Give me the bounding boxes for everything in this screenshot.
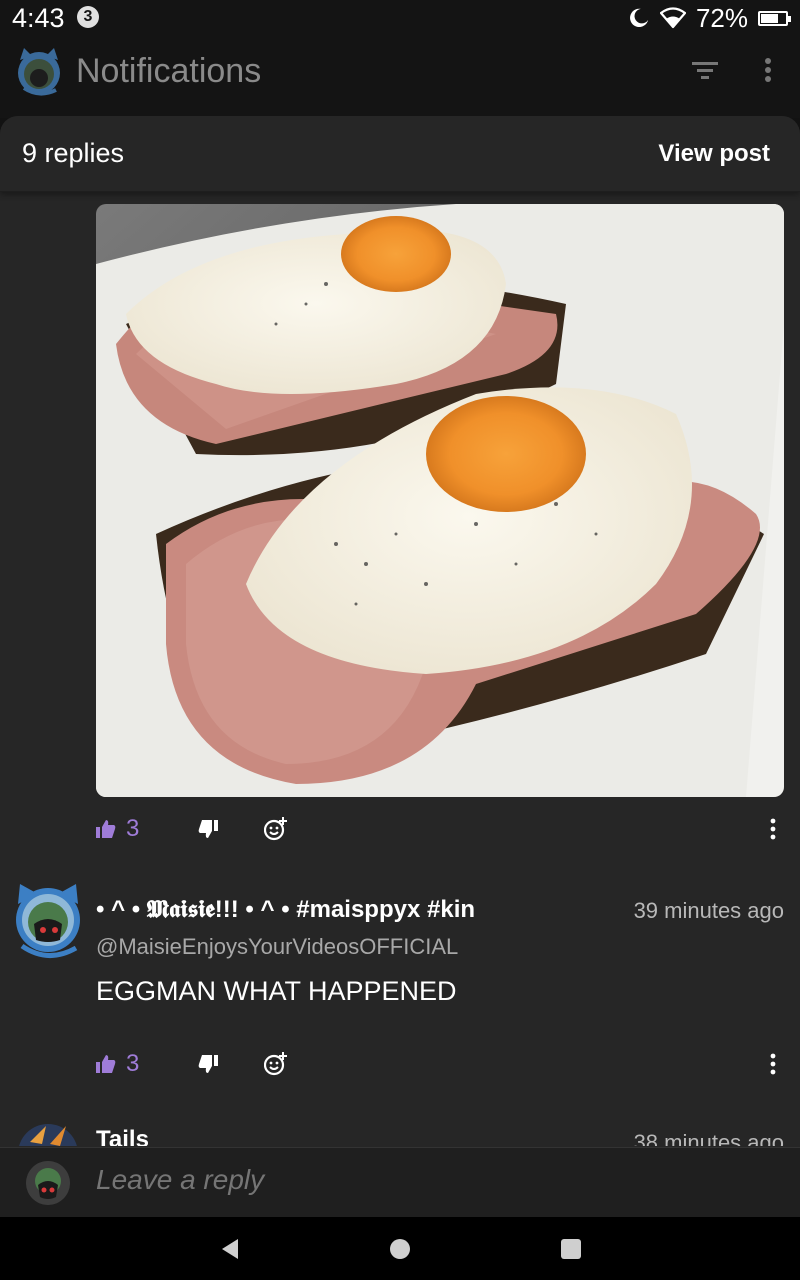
thumbs-up-icon bbox=[96, 1055, 116, 1073]
comment-item: Tails 38 minutes ago bbox=[0, 1122, 800, 1146]
add-reaction-icon bbox=[264, 817, 287, 841]
comment-item: • ^ • 𝕸𝖆𝖎𝖘𝖎𝖊!!! • ^ • #maisppyx #kin 39 … bbox=[0, 884, 800, 1064]
battery-icon bbox=[758, 10, 791, 26]
avatar[interactable] bbox=[16, 1122, 80, 1146]
comment-timestamp: 38 minutes ago bbox=[633, 1130, 784, 1146]
replies-list[interactable]: 3 • ^ • 𝕸𝖆𝖎𝖘𝖎𝖊!!! • ^ • #maisppyx #kin 3… bbox=[0, 192, 800, 1146]
post-dislike-button[interactable] bbox=[198, 809, 218, 849]
post-like-count: 3 bbox=[126, 815, 140, 842]
home-icon[interactable] bbox=[386, 1235, 414, 1263]
replies-sheet: 9 replies View post 3 • ^ • 𝕸𝖆𝖎𝖘𝖎𝖊!!! • … bbox=[0, 116, 800, 1217]
filter-icon[interactable] bbox=[690, 58, 720, 82]
comment-timestamp: 39 minutes ago bbox=[633, 898, 784, 923]
thumbs-up-icon bbox=[96, 820, 116, 838]
comment-author-handle[interactable]: @MaisieEnjoysYourVideosOFFICIAL bbox=[96, 934, 458, 960]
comment-dislike-button[interactable] bbox=[198, 1044, 218, 1084]
post-image[interactable] bbox=[96, 204, 784, 797]
battery-percent: 72% bbox=[695, 2, 748, 33]
more-vert-icon[interactable] bbox=[758, 56, 778, 84]
view-post-button[interactable]: View post bbox=[658, 140, 770, 168]
recents-icon[interactable] bbox=[557, 1235, 585, 1263]
status-time: 4:43 bbox=[12, 3, 65, 33]
app-bar: Notifications bbox=[0, 38, 800, 144]
do-not-disturb-moon-icon bbox=[630, 8, 649, 28]
post-like-button[interactable]: 3 bbox=[96, 809, 139, 849]
comment-author-name[interactable]: • ^ • 𝕸𝖆𝖎𝖘𝖎𝖊!!! • ^ • #maisppyx #kin bbox=[96, 896, 594, 924]
comment-like-button[interactable]: 3 bbox=[96, 1044, 139, 1084]
sheet-header: 9 replies View post bbox=[0, 116, 800, 192]
post-more-icon[interactable] bbox=[768, 817, 778, 841]
thumbs-down-icon bbox=[198, 820, 218, 838]
page-title: Notifications bbox=[76, 52, 262, 90]
system-nav-bar bbox=[0, 1217, 800, 1280]
thumbs-down-icon bbox=[198, 1055, 218, 1073]
avatar[interactable] bbox=[12, 884, 84, 960]
replies-count: 9 replies bbox=[22, 138, 125, 168]
notification-count-badge: 3 bbox=[77, 6, 99, 28]
comment-more-icon[interactable] bbox=[768, 1052, 778, 1076]
comment-like-count: 3 bbox=[126, 1050, 140, 1077]
status-bar: 4:43 3 72% bbox=[0, 0, 800, 38]
reply-bar bbox=[0, 1147, 800, 1217]
status-right-group: 72% bbox=[628, 2, 791, 33]
wifi-icon bbox=[659, 7, 686, 29]
back-icon[interactable] bbox=[216, 1235, 244, 1263]
post-actions: 3 bbox=[96, 809, 786, 849]
app-avatar-icon[interactable] bbox=[14, 46, 64, 96]
comment-add-reaction-button[interactable] bbox=[264, 1044, 288, 1084]
current-user-avatar bbox=[26, 1161, 70, 1205]
comment-author-name[interactable]: Tails bbox=[96, 1126, 594, 1146]
post-add-reaction-button[interactable] bbox=[264, 809, 288, 849]
comment-text: EGGMAN WHAT HAPPENED bbox=[96, 976, 457, 1006]
comment-actions: 3 bbox=[96, 1044, 786, 1084]
reply-input[interactable] bbox=[96, 1164, 746, 1196]
add-reaction-icon bbox=[264, 1052, 287, 1076]
